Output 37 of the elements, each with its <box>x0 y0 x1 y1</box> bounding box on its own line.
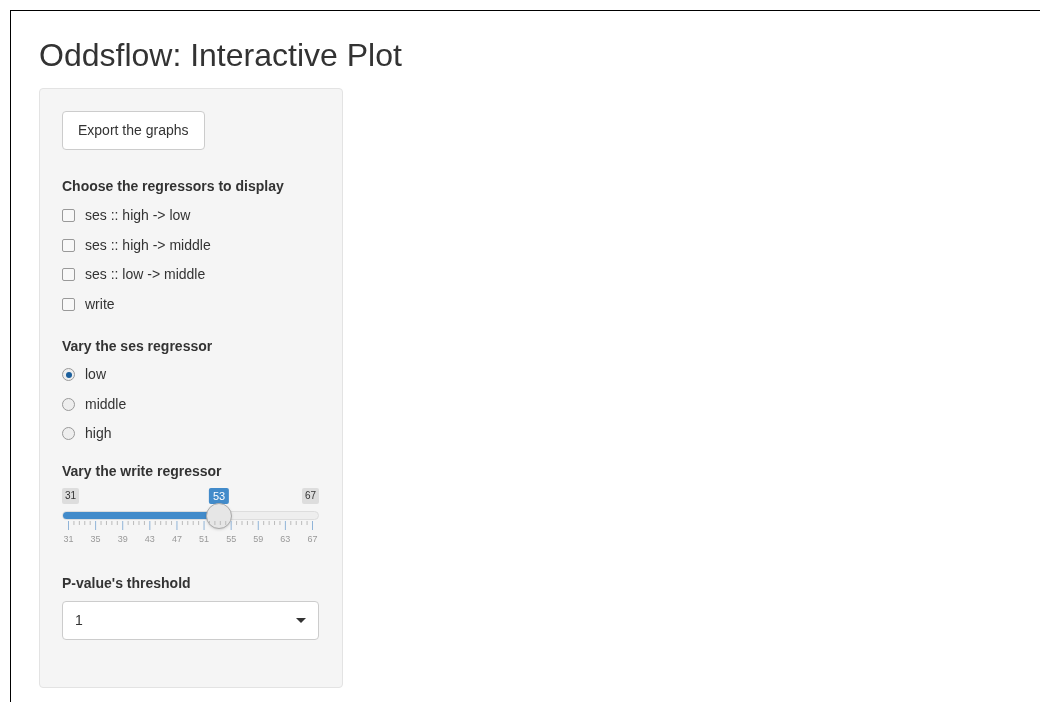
tick-marks-icon <box>68 520 313 531</box>
page-title: Oddsflow: Interactive Plot <box>39 37 402 73</box>
checkbox[interactable] <box>62 268 75 282</box>
checkbox[interactable] <box>62 209 75 223</box>
value-badge: 53 <box>208 487 230 504</box>
checkbox[interactable] <box>62 238 75 252</box>
tick-label: 47 <box>171 532 182 546</box>
section-label: Vary the ses regressor <box>62 337 213 356</box>
radio-label: high <box>85 424 112 444</box>
slider-handle[interactable] <box>206 502 232 529</box>
checkbox-label: ses :: high -> middle <box>85 235 211 255</box>
min-value-badge: 31 <box>62 487 80 504</box>
max-value-badge: 67 <box>301 487 319 504</box>
checkbox-label: write <box>85 294 115 314</box>
radio-button[interactable] <box>62 427 75 441</box>
checkbox-label: ses :: high -> low <box>85 206 191 226</box>
tick-label: 63 <box>280 532 291 546</box>
checkbox[interactable] <box>62 297 75 311</box>
radio-button[interactable] <box>62 397 75 411</box>
tick-label: 51 <box>199 532 210 546</box>
tick-label: 43 <box>144 532 155 546</box>
section-label: P-value's threshold <box>62 573 191 593</box>
radio-label: low <box>85 365 106 385</box>
export-button[interactable]: Export the graphs <box>62 111 205 150</box>
section-label: Choose the regressors to display <box>62 177 284 196</box>
caret-icon <box>296 617 306 623</box>
radio-button[interactable] <box>62 368 75 382</box>
tick-label: 35 <box>90 532 101 546</box>
tick-label: 67 <box>307 532 318 546</box>
tick-label: 55 <box>226 532 237 546</box>
checkbox-label: ses :: low -> middle <box>85 265 206 285</box>
tick-label: 39 <box>117 532 128 546</box>
radio-label: middle <box>85 394 127 414</box>
section-label: Vary the write regressor <box>62 461 222 481</box>
tick-label: 59 <box>253 532 264 546</box>
threshold-select[interactable]: 1 <box>62 600 319 640</box>
tick-label: 31 <box>63 532 74 546</box>
